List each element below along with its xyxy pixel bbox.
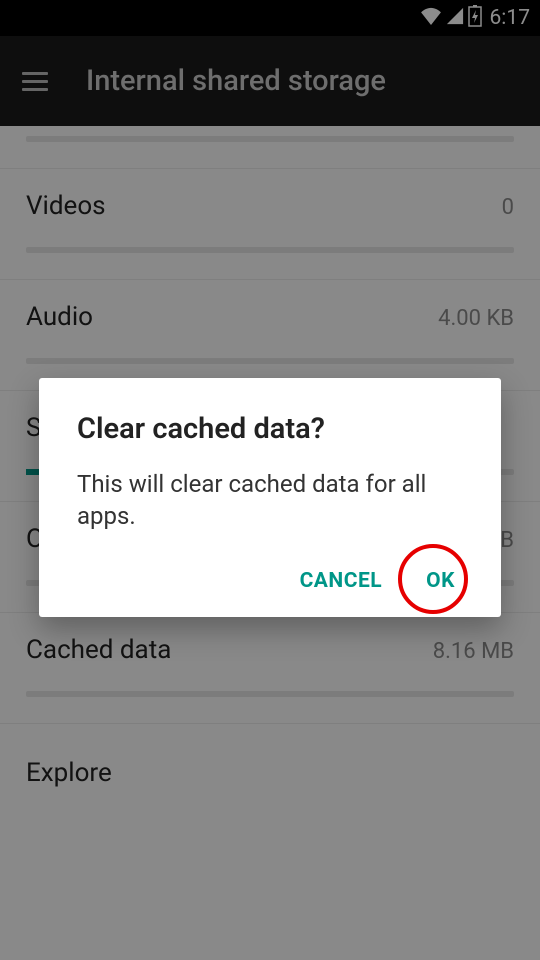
dialog-actions: CANCEL OK <box>77 569 463 599</box>
ok-button[interactable]: OK <box>426 569 455 593</box>
dialog-title: Clear cached data? <box>77 412 463 446</box>
clear-cache-dialog: Clear cached data? This will clear cache… <box>39 378 501 617</box>
cancel-button[interactable]: CANCEL <box>300 569 383 593</box>
dialog-message: This will clear cached data for all apps… <box>77 468 463 533</box>
